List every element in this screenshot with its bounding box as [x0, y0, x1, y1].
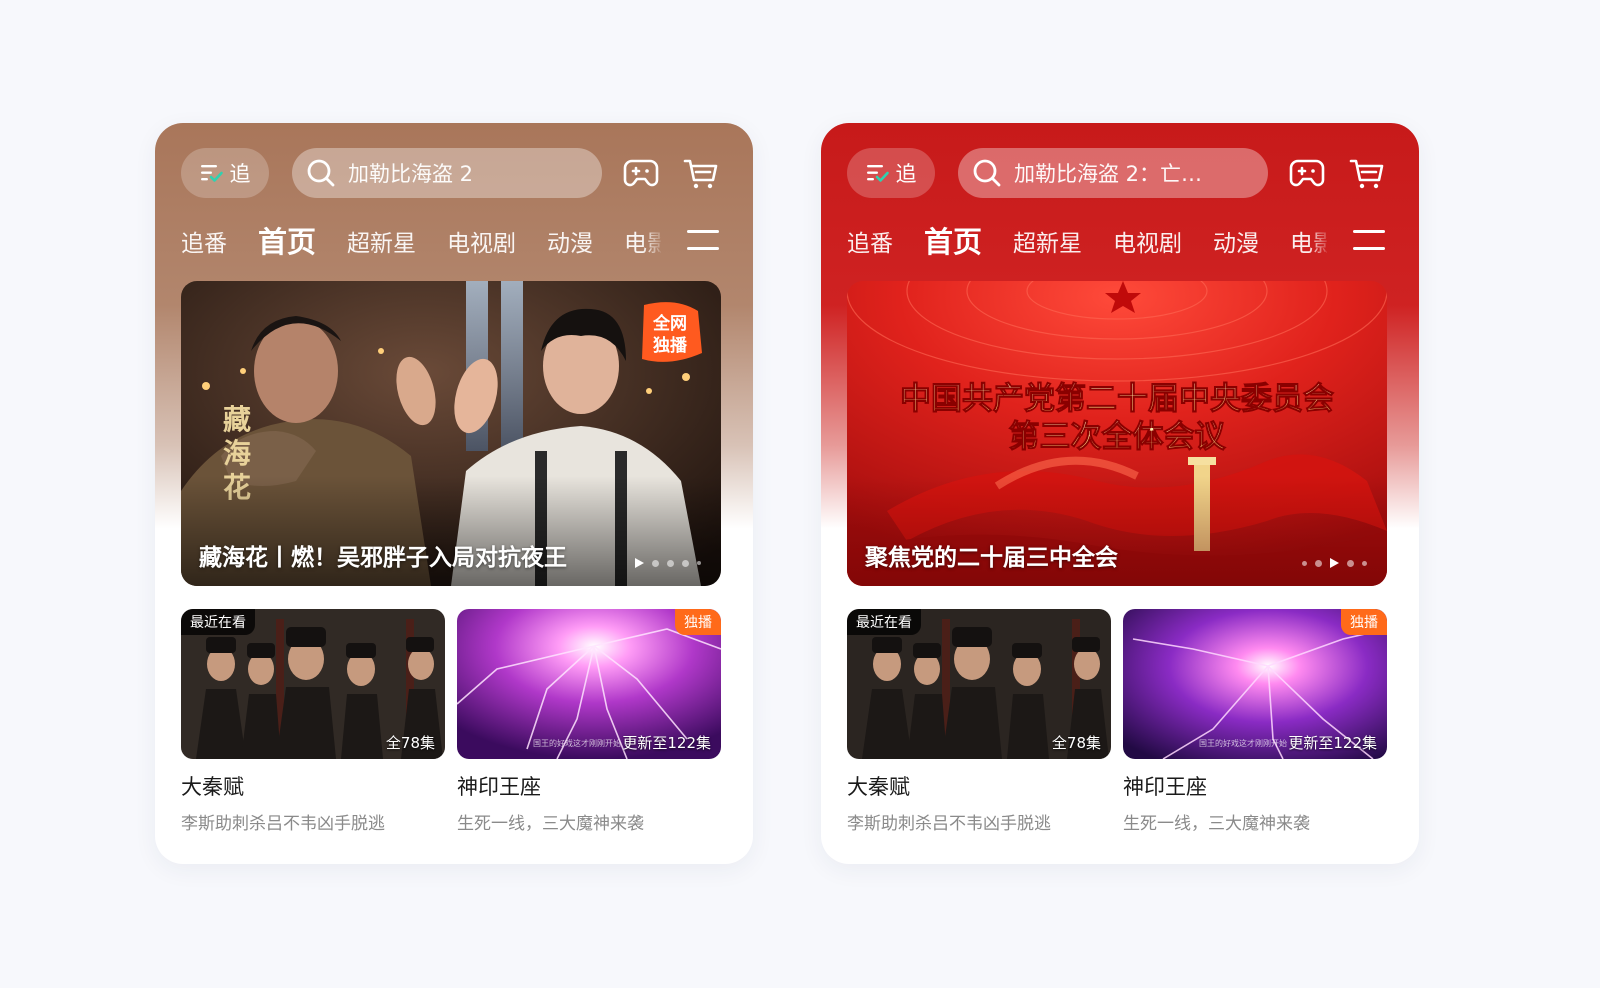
- tab-anime[interactable]: 动漫: [1213, 227, 1259, 261]
- follow-button[interactable]: 追: [181, 148, 269, 198]
- top-bar: 追 加勒比海盗 2：亡…: [847, 148, 1393, 198]
- exclusive-badge: 独播: [675, 609, 721, 635]
- video-title: 大秦赋: [181, 775, 244, 799]
- video-thumbnail: 最近在看 全78集: [847, 609, 1111, 759]
- recent-watch-badge: 最近在看: [847, 609, 921, 635]
- video-subtitle: 李斯助刺杀吕不韦凶手脱逃: [847, 814, 1051, 834]
- recent-watch-badge: 最近在看: [181, 609, 255, 635]
- search-icon: [307, 159, 335, 187]
- episode-count: 全78集: [1051, 734, 1101, 752]
- shopping-cart-icon[interactable]: [1349, 156, 1385, 190]
- hero-banner[interactable]: 中国共产党第二十届中央委员会 第三次全体会议 聚焦党的二十届三中全会: [847, 281, 1387, 586]
- carousel-dot: [667, 559, 674, 567]
- banner-headline-1: 中国共产党第二十届中央委员会: [900, 381, 1334, 417]
- banner-caption: 藏海花丨燃！吴邪胖子入局对抗夜王: [199, 545, 567, 571]
- video-card[interactable]: 最近在看 全78集 大秦赋 李斯助刺杀吕不韦凶手脱逃: [847, 609, 1111, 834]
- search-query: 加勒比海盗 2：亡…: [1014, 162, 1203, 186]
- tab-home[interactable]: 首页: [258, 223, 316, 261]
- video-card[interactable]: 独播 国王的好戏这才刚刚开始 更新至122集 神印王座 生死一线，三大魔神来袭: [457, 609, 721, 834]
- channel-tabs: 追番 首页 超新星 电视剧 动漫 电影: [847, 221, 1327, 261]
- carousel-dot: [1315, 559, 1322, 567]
- search-icon: [973, 159, 1001, 187]
- exclusive-badge: 独播: [1341, 609, 1387, 635]
- game-controller-icon[interactable]: [1289, 156, 1325, 190]
- carousel-indicator: [635, 558, 701, 568]
- phone-screen-left: 追 加勒比海盗 2 追番 首页 超新星 电视剧 动漫 电影 全网 独播 藏 海 …: [155, 123, 753, 864]
- thumb-caption: 国王的好戏这才刚刚开始: [533, 739, 621, 748]
- episode-count: 更新至122集: [622, 734, 711, 752]
- video-card[interactable]: 独播 国王的好戏这才刚刚开始 更新至122集 神印王座 生死一线，三大魔神来袭: [1123, 609, 1387, 834]
- carousel-dot: [682, 559, 689, 567]
- search-input[interactable]: 加勒比海盗 2: [292, 148, 602, 198]
- carousel-dot: [652, 559, 659, 567]
- video-subtitle: 生死一线，三大魔神来袭: [1123, 814, 1310, 834]
- channel-tabs: 追番 首页 超新星 电视剧 动漫 电影: [181, 221, 661, 261]
- carousel-indicator: [1302, 558, 1367, 568]
- video-title: 神印王座: [1123, 775, 1207, 799]
- follow-list-icon: [866, 165, 889, 182]
- tab-movies[interactable]: 电影: [624, 227, 661, 261]
- svg-text:全网: 全网: [652, 313, 687, 334]
- tab-zhuifan[interactable]: 追番: [847, 227, 893, 261]
- video-thumbnail: 最近在看 全78集: [181, 609, 445, 759]
- follow-label: 追: [229, 162, 251, 186]
- menu-icon[interactable]: [1353, 227, 1385, 253]
- shopping-cart-icon[interactable]: [683, 156, 719, 190]
- episode-count: 全78集: [385, 734, 435, 752]
- search-query: 加勒比海盗 2: [348, 162, 474, 186]
- tab-tv-series[interactable]: 电视剧: [447, 227, 516, 261]
- tab-anime[interactable]: 动漫: [547, 227, 593, 261]
- thumb-caption: 国王的好戏这才刚刚开始: [1199, 739, 1287, 748]
- phone-screen-right: 追 加勒比海盗 2：亡… 追番 首页 超新星 电视剧 动漫 电影 中国共产党第二…: [821, 123, 1419, 864]
- game-controller-icon[interactable]: [623, 156, 659, 190]
- tab-tv-series[interactable]: 电视剧: [1113, 227, 1182, 261]
- search-input[interactable]: 加勒比海盗 2：亡…: [958, 148, 1268, 198]
- carousel-dot: [1362, 560, 1367, 566]
- svg-text:海: 海: [223, 437, 251, 470]
- banner-headline-2: 第三次全体会议: [1009, 419, 1227, 455]
- video-subtitle: 生死一线，三大魔神来袭: [457, 814, 644, 834]
- carousel-dot: [1347, 559, 1354, 567]
- video-thumbnail: 独播 国王的好戏这才刚刚开始 更新至122集: [1123, 609, 1387, 759]
- follow-label: 追: [895, 162, 917, 186]
- video-card[interactable]: 最近在看 全78集 大秦赋 李斯助刺杀吕不韦凶手脱逃: [181, 609, 445, 834]
- svg-text:藏: 藏: [223, 403, 251, 436]
- hero-banner[interactable]: 全网 独播 藏海花 藏海花丨燃！吴邪胖子入局对抗夜王: [181, 281, 721, 586]
- tab-home[interactable]: 首页: [924, 223, 982, 261]
- carousel-dot: [697, 561, 701, 565]
- follow-button[interactable]: 追: [847, 148, 935, 198]
- tab-movies[interactable]: 电影: [1290, 227, 1327, 261]
- video-title: 大秦赋: [847, 775, 910, 799]
- recommend-cards: 最近在看 全78集 大秦赋 李斯助刺杀吕不韦凶手脱逃 独播 国王的好戏这才刚刚开…: [181, 609, 721, 849]
- carousel-dot-active: [635, 558, 644, 568]
- tab-superstar[interactable]: 超新星: [347, 227, 416, 261]
- video-thumbnail: 独播 国王的好戏这才刚刚开始 更新至122集: [457, 609, 721, 759]
- follow-list-icon: [200, 165, 223, 182]
- tab-zhuifan[interactable]: 追番: [181, 227, 227, 261]
- video-subtitle: 李斯助刺杀吕不韦凶手脱逃: [181, 814, 385, 834]
- carousel-dot-active: [1330, 558, 1339, 568]
- menu-icon[interactable]: [687, 227, 719, 253]
- tab-superstar[interactable]: 超新星: [1013, 227, 1082, 261]
- top-bar: 追 加勒比海盗 2: [181, 148, 727, 198]
- video-title: 神印王座: [457, 775, 541, 799]
- banner-caption: 聚焦党的二十届三中全会: [865, 545, 1118, 571]
- recommend-cards: 最近在看 全78集 大秦赋 李斯助刺杀吕不韦凶手脱逃 独播 国王的好戏这才刚刚开…: [847, 609, 1387, 849]
- episode-count: 更新至122集: [1288, 734, 1377, 752]
- svg-text:独播: 独播: [653, 335, 688, 356]
- carousel-dot: [1302, 560, 1307, 566]
